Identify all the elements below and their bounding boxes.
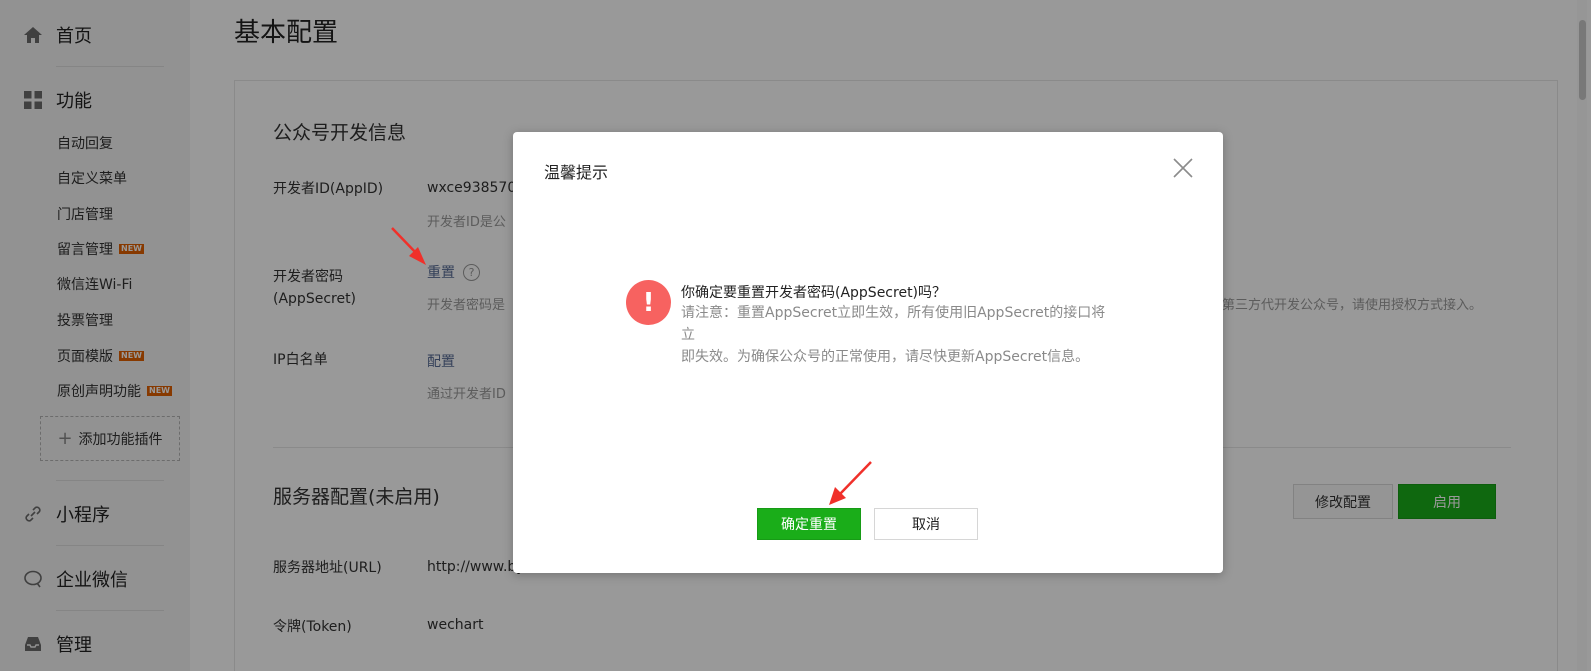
close-icon[interactable]: [1171, 156, 1195, 180]
dialog-question: 你确定要重置开发者密码(AppSecret)吗？: [681, 285, 947, 301]
warning-icon: !: [626, 280, 671, 325]
dialog-notice-line1: 请注意：重置AppSecret立即生效，所有使用旧AppSecret的接口将立: [681, 305, 1106, 343]
dialog-notice-line2: 即失效。为确保公众号的正常使用，请尽快更新AppSecret信息。: [681, 349, 1090, 365]
cancel-button[interactable]: 取消: [874, 508, 978, 540]
dialog-notice: 请注意：重置AppSecret立即生效，所有使用旧AppSecret的接口将立 …: [681, 302, 1111, 368]
dialog-title: 温馨提示: [544, 163, 609, 182]
reset-confirm-dialog: 温馨提示 ! 你确定要重置开发者密码(AppSecret)吗？ 请注意：重置Ap…: [513, 132, 1223, 573]
confirm-reset-button[interactable]: 确定重置: [757, 508, 861, 540]
